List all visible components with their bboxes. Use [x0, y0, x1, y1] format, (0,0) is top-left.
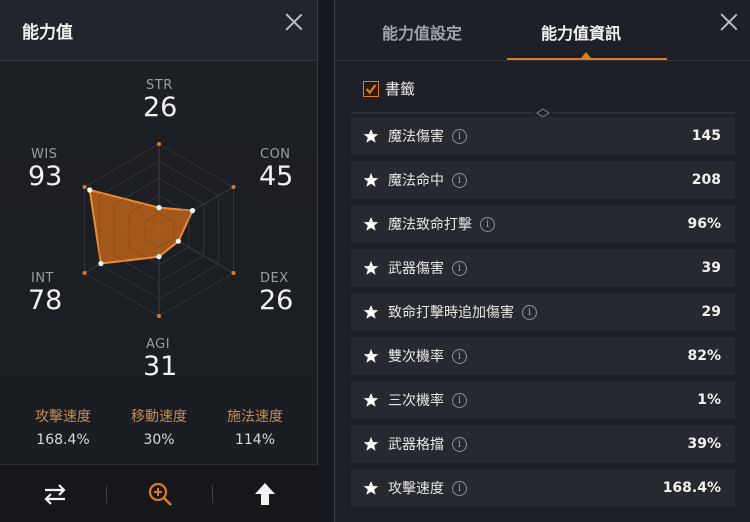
checkbox-checked-icon[interactable] — [363, 80, 379, 97]
info-icon[interactable]: i — [452, 172, 467, 188]
bookmark-checkbox[interactable]: 書籤 — [363, 78, 415, 99]
radar-axis-end-agi — [157, 314, 161, 318]
info-icon[interactable]: i — [452, 260, 467, 276]
stat-name: 武器傷害 — [388, 261, 444, 277]
stat-name: 武器格擋 — [388, 437, 444, 453]
info-icon[interactable]: i — [522, 304, 537, 320]
list-item[interactable]: 雙次機率 i 82% — [351, 337, 735, 375]
star-icon[interactable] — [363, 348, 379, 364]
stat-value: 39% — [687, 436, 721, 452]
tab-stat-info[interactable]: 能力值資訊 — [541, 20, 621, 44]
info-icon[interactable]: i — [480, 216, 495, 232]
radar-point-int — [98, 260, 104, 267]
zoom-in-icon[interactable] — [145, 479, 175, 509]
star-icon[interactable] — [363, 172, 379, 188]
radar-point-agi — [156, 254, 162, 260]
stat-name: 雙次機率 — [388, 349, 444, 365]
stat-value: 208 — [691, 172, 721, 188]
stat-value: 168.4% — [662, 480, 721, 496]
toolbar-separator — [212, 485, 213, 503]
list-item[interactable]: 三次機率 i 1% — [351, 381, 735, 419]
swap-arrows-icon[interactable] — [40, 479, 70, 509]
radar-point-con — [189, 208, 196, 214]
list-item[interactable]: 武器傷害 i 39 — [351, 249, 735, 287]
stat-value: 96% — [687, 216, 721, 232]
info-icon[interactable]: i — [452, 436, 467, 452]
stat-wis-value: 93 — [28, 161, 63, 192]
cast-speed-value: 114% — [234, 432, 276, 448]
stat-name: 魔法傷害 — [388, 129, 444, 145]
stat-value: 39 — [701, 260, 721, 276]
stats-panel: 能力值 STR 26 CON 45 DEX 26 AGI 31 INT 78 W… — [0, 0, 318, 522]
star-icon[interactable] — [363, 216, 379, 232]
stat-name: 攻擊速度 — [388, 481, 444, 497]
star-icon[interactable] — [363, 392, 379, 408]
stat-int-label: INT — [31, 271, 54, 286]
star-icon[interactable] — [363, 128, 379, 144]
list-item[interactable]: 武器格擋 i 39% — [351, 425, 735, 463]
radar-stat-polygon — [88, 188, 195, 265]
upload-arrow-icon[interactable] — [250, 479, 280, 509]
tabs-divider — [335, 60, 750, 61]
star-icon[interactable] — [363, 436, 379, 452]
stat-value: 29 — [701, 304, 721, 320]
info-icon[interactable]: i — [452, 348, 467, 364]
attack-speed-label: 攻擊速度 — [35, 409, 91, 425]
star-icon[interactable] — [363, 260, 379, 276]
tab-stat-settings[interactable]: 能力值設定 — [382, 20, 462, 44]
active-tab-indicator — [507, 58, 667, 60]
stat-name: 魔法命中 — [388, 173, 444, 189]
info-icon[interactable]: i — [452, 392, 467, 408]
tab-marker-icon — [581, 52, 591, 58]
radar-point-wis — [87, 187, 93, 193]
bookmark-label: 書籤 — [385, 80, 416, 98]
stat-int-value: 78 — [28, 285, 63, 316]
radar-axis-end-dex — [231, 271, 236, 275]
stat-wis-label: WIS — [31, 147, 58, 162]
list-item[interactable]: 魔法命中 i 208 — [351, 161, 735, 199]
move-speed-value: 30% — [143, 432, 175, 448]
star-icon[interactable] — [363, 480, 379, 496]
attack-speed-value: 168.4% — [36, 432, 90, 448]
stat-value: 1% — [697, 392, 721, 408]
stat-name: 致命打擊時追加傷害 — [388, 305, 514, 321]
move-speed-label: 移動速度 — [131, 409, 187, 425]
radar-axis-end-con — [231, 185, 236, 189]
info-icon[interactable]: i — [452, 480, 467, 496]
stat-con-label: CON — [260, 147, 291, 162]
move-speed: 移動速度 30% — [109, 406, 209, 448]
stat-agi-label: AGI — [146, 337, 171, 352]
panel-toolbar — [0, 464, 318, 522]
stat-str-value: 26 — [143, 92, 178, 123]
stat-value: 82% — [687, 348, 721, 364]
cast-speed-label: 施法速度 — [227, 409, 283, 425]
stat-con-value: 45 — [259, 161, 294, 192]
stat-str-label: STR — [146, 78, 173, 93]
radar-axis-end-str — [157, 142, 161, 146]
list-item[interactable]: 魔法致命打擊 i 96% — [351, 205, 735, 243]
list-item[interactable]: 致命打擊時追加傷害 i 29 — [351, 293, 735, 331]
info-icon[interactable]: i — [452, 128, 467, 144]
list-item[interactable]: 攻擊速度 i 168.4% — [351, 469, 735, 507]
radar-axis-end-int — [82, 271, 87, 275]
close-icon[interactable] — [718, 11, 740, 33]
stat-agi-value: 31 — [143, 351, 178, 382]
stat-name: 三次機率 — [388, 393, 444, 409]
cast-speed: 施法速度 114% — [205, 406, 305, 448]
toolbar-separator — [106, 485, 107, 503]
stat-info-panel: 能力值設定 能力值資訊 書籤 魔法傷害 i 145 魔法命中 i 208 魔法致… — [334, 0, 750, 522]
stat-value: 145 — [691, 128, 721, 144]
stat-dex-value: 26 — [259, 285, 294, 316]
radar-point-dex — [175, 238, 181, 244]
radar-point-str — [156, 205, 162, 211]
attack-speed: 攻擊速度 168.4% — [13, 406, 113, 448]
radar-axis-end-wis — [82, 185, 87, 189]
star-icon[interactable] — [363, 304, 379, 320]
stat-dex-label: DEX — [260, 271, 289, 286]
list-item[interactable]: 魔法傷害 i 145 — [351, 117, 735, 155]
stat-name: 魔法致命打擊 — [388, 217, 472, 233]
